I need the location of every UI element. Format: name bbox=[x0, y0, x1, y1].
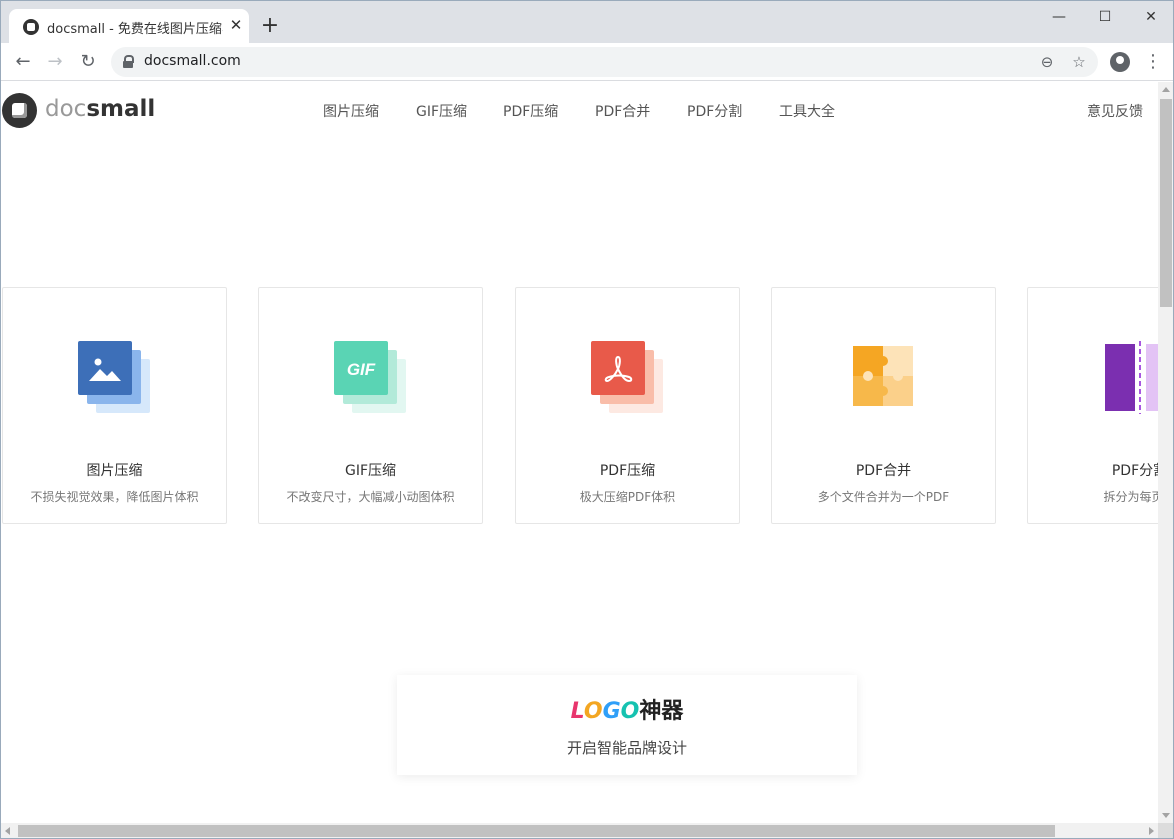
logo-letter: L bbox=[570, 699, 584, 724]
card-desc: 不损失视觉效果，降低图片体积 bbox=[30, 490, 199, 504]
tab-strip: docsmall - 免费在线图片压缩、G ✕ + — ☐ ✕ bbox=[1, 1, 1173, 43]
nav-item-pdf-compress[interactable]: PDF压缩 bbox=[503, 101, 558, 121]
image-stack-icon bbox=[78, 341, 153, 416]
tool-card-pdf-split[interactable]: PDF分割 拆分为每页一 bbox=[1027, 287, 1158, 524]
nav-item-image-compress[interactable]: 图片压缩 bbox=[323, 101, 379, 121]
logo-shenqi-logo: LOGO神器 bbox=[397, 693, 857, 725]
scroll-right-arrow-icon[interactable] bbox=[1149, 827, 1154, 835]
pdf-stack-icon bbox=[591, 341, 666, 416]
card-desc: 拆分为每页一 bbox=[1103, 490, 1158, 504]
nav-item-tools[interactable]: 工具大全 bbox=[779, 101, 835, 121]
scrollbar-corner bbox=[1158, 823, 1173, 838]
horizontal-scrollbar[interactable] bbox=[1, 823, 1158, 838]
logo-letter: G bbox=[602, 699, 621, 724]
minimize-button[interactable]: — bbox=[1036, 7, 1082, 27]
browser-toolbar: ← → ↻ docsmall.com ⊖ ☆ ⋮ bbox=[1, 43, 1173, 81]
nav-item-pdf-split[interactable]: PDF分割 bbox=[687, 101, 742, 121]
banner-subtitle: 开启智能品牌设计 bbox=[566, 739, 687, 757]
forward-button[interactable]: → bbox=[43, 51, 67, 75]
address-bar[interactable]: docsmall.com ⊖ ☆ bbox=[111, 47, 1098, 77]
page-viewport: docsmall 图片压缩 GIF压缩 PDF压缩 PDF合并 PDF分割 工具… bbox=[1, 82, 1158, 823]
docsmall-logo-icon bbox=[2, 93, 37, 128]
maximize-button[interactable]: ☐ bbox=[1082, 7, 1128, 27]
logo-letter: O bbox=[620, 699, 640, 724]
scroll-down-arrow-icon[interactable] bbox=[1162, 813, 1170, 818]
nav-item-pdf-merge[interactable]: PDF合并 bbox=[595, 101, 650, 121]
new-tab-button[interactable]: + bbox=[259, 15, 281, 37]
split-icon bbox=[1103, 341, 1158, 416]
back-button[interactable]: ← bbox=[11, 51, 35, 75]
tab-title: docsmall - 免费在线图片压缩、G bbox=[47, 22, 223, 37]
browser-tab[interactable]: docsmall - 免费在线图片压缩、G ✕ bbox=[9, 9, 249, 43]
card-title: GIF压缩 bbox=[344, 463, 397, 479]
scroll-left-arrow-icon[interactable] bbox=[5, 827, 10, 835]
card-title: PDF压缩 bbox=[599, 463, 656, 479]
lock-icon[interactable] bbox=[123, 55, 134, 68]
card-desc: 不改变尺寸，大幅减小动图体积 bbox=[286, 490, 455, 504]
reload-button[interactable]: ↻ bbox=[76, 51, 100, 75]
nav-item-gif-compress[interactable]: GIF压缩 bbox=[416, 101, 467, 121]
zoom-icon[interactable]: ⊖ bbox=[1037, 52, 1057, 72]
horizontal-scroll-thumb[interactable] bbox=[18, 825, 1055, 837]
url-text[interactable]: docsmall.com bbox=[144, 53, 241, 69]
card-title: PDF分割 bbox=[1111, 463, 1158, 479]
bookmark-star-icon[interactable]: ☆ bbox=[1069, 52, 1089, 72]
card-title: 图片压缩 bbox=[86, 463, 143, 479]
profile-icon[interactable] bbox=[1110, 52, 1130, 72]
vertical-scrollbar[interactable] bbox=[1158, 82, 1173, 823]
logo-text: docsmall bbox=[45, 96, 155, 122]
tool-card-gif-compress[interactable]: GIF GIF压缩 不改变尺寸，大幅减小动图体积 bbox=[258, 287, 483, 524]
close-window-button[interactable]: ✕ bbox=[1128, 7, 1173, 27]
gif-icon-text: GIF bbox=[347, 360, 376, 379]
scroll-up-arrow-icon[interactable] bbox=[1162, 87, 1170, 92]
tool-card-pdf-merge[interactable]: PDF合并 多个文件合并为一个PDF bbox=[771, 287, 996, 524]
tool-card-image-compress[interactable]: 图片压缩 不损失视觉效果，降低图片体积 bbox=[2, 287, 227, 524]
logo-letter: O bbox=[583, 699, 603, 724]
card-desc: 极大压缩PDF体积 bbox=[579, 490, 676, 504]
browser-window: docsmall - 免费在线图片压缩、G ✕ + — ☐ ✕ ← → ↻ do… bbox=[0, 0, 1174, 839]
docsmall-favicon-icon bbox=[23, 19, 39, 35]
feedback-link[interactable]: 意见反馈 bbox=[1087, 101, 1143, 121]
tool-card-pdf-compress[interactable]: PDF压缩 极大压缩PDF体积 bbox=[515, 287, 740, 524]
card-title: PDF合并 bbox=[855, 463, 912, 479]
logo-text-doc: doc bbox=[45, 96, 87, 122]
vertical-scroll-thumb[interactable] bbox=[1160, 99, 1172, 307]
logo-rest-text: 神器 bbox=[639, 699, 684, 724]
logo-shenqi-banner[interactable]: LOGO神器 开启智能品牌设计 bbox=[397, 675, 857, 775]
card-desc: 多个文件合并为一个PDF bbox=[817, 490, 950, 504]
logo-text-small: small bbox=[86, 96, 156, 122]
close-tab-icon[interactable]: ✕ bbox=[227, 16, 245, 34]
puzzle-icon bbox=[847, 341, 922, 416]
browser-menu-icon[interactable]: ⋮ bbox=[1143, 51, 1163, 73]
gif-stack-icon: GIF bbox=[334, 341, 409, 416]
